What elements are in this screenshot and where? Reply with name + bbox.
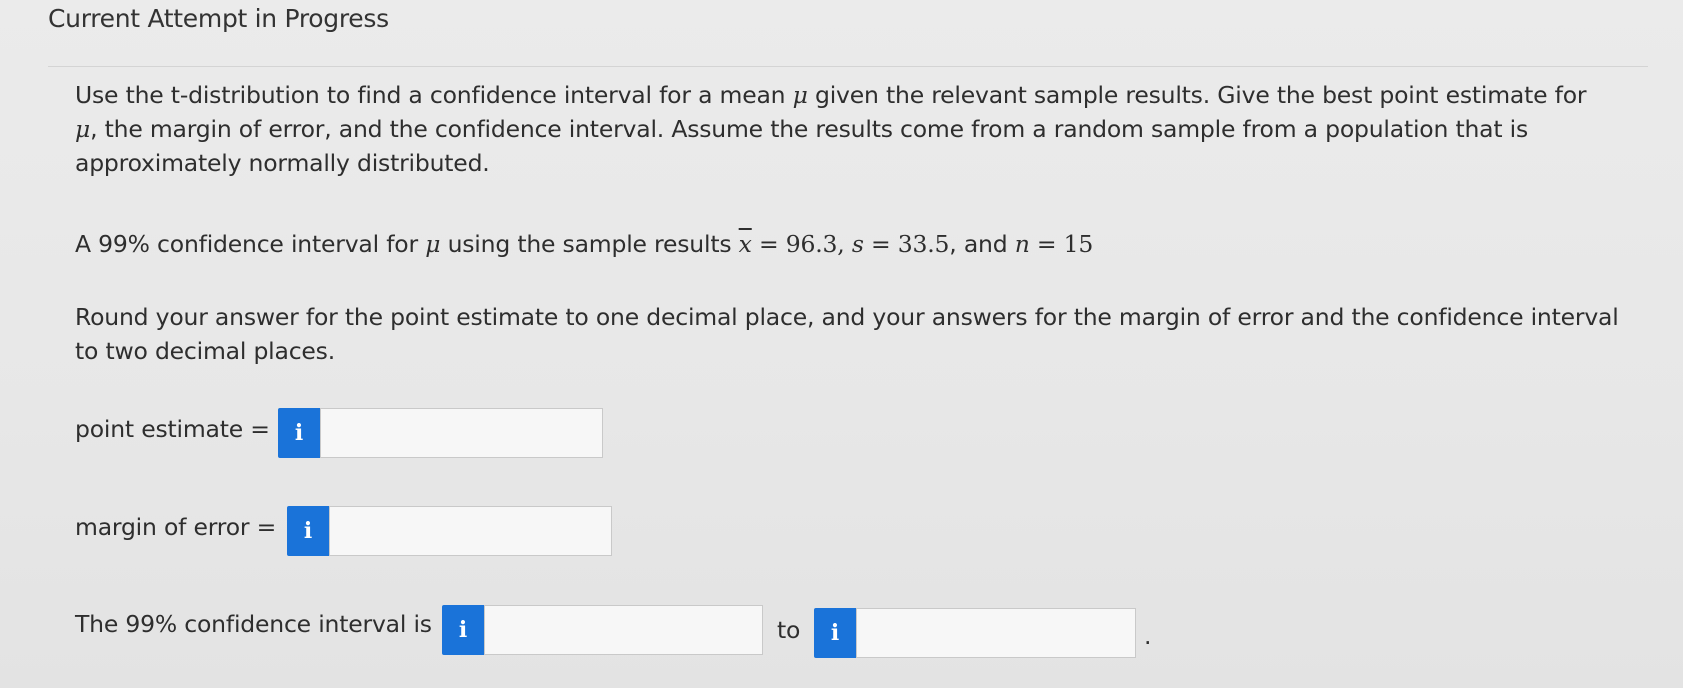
rounding-instructions: Round your answer for the point estimate… [75, 303, 1619, 365]
info-icon[interactable]: i [442, 605, 484, 655]
divider [48, 66, 1648, 67]
comma: , [837, 230, 852, 258]
to-label: to [777, 616, 801, 644]
xbar-value: 96.3 [785, 230, 838, 258]
interval-upper-input[interactable] [856, 608, 1136, 658]
question-intro-2: given the relevant sample results. Give … [807, 81, 1587, 109]
s-symbol: s [851, 230, 864, 258]
s-value: 33.5 [897, 230, 950, 258]
info-icon[interactable]: i [278, 408, 320, 458]
xbar-symbol: x [738, 230, 752, 258]
question-text: Use the t-distribution to find a confide… [75, 78, 1615, 180]
mu-symbol: μ [425, 230, 441, 258]
attempt-status-title: Current Attempt in Progress [48, 4, 389, 33]
n-symbol: n [1014, 230, 1030, 258]
point-estimate-input[interactable] [320, 408, 603, 458]
equals-sign: = [863, 230, 898, 258]
problem-statement: A 99% confidence interval for μ using th… [75, 230, 1093, 258]
question-intro-1: Use the t-distribution to find a confide… [75, 81, 793, 109]
margin-of-error-label: margin of error = [75, 513, 277, 541]
info-icon[interactable]: i [814, 608, 856, 658]
n-value: 15 [1063, 230, 1094, 258]
and-text: , and [949, 230, 1015, 258]
margin-of-error-input[interactable] [329, 506, 612, 556]
mu-symbol: μ [75, 115, 91, 143]
equals-sign: = [751, 230, 786, 258]
info-icon[interactable]: i [287, 506, 329, 556]
confidence-interval-label: The 99% confidence interval is [75, 610, 432, 638]
period: . [1144, 622, 1152, 650]
mu-symbol: μ [792, 81, 808, 109]
equals-sign: = [1029, 230, 1064, 258]
problem-prefix: A 99% confidence interval for [75, 230, 426, 258]
page: Current Attempt in Progress Use the t-di… [0, 0, 1683, 688]
point-estimate-label: point estimate = [75, 415, 270, 443]
interval-lower-input[interactable] [484, 605, 763, 655]
question-intro-3: , the margin of error, and the confidenc… [75, 115, 1529, 177]
problem-mid: using the sample results [440, 230, 739, 258]
